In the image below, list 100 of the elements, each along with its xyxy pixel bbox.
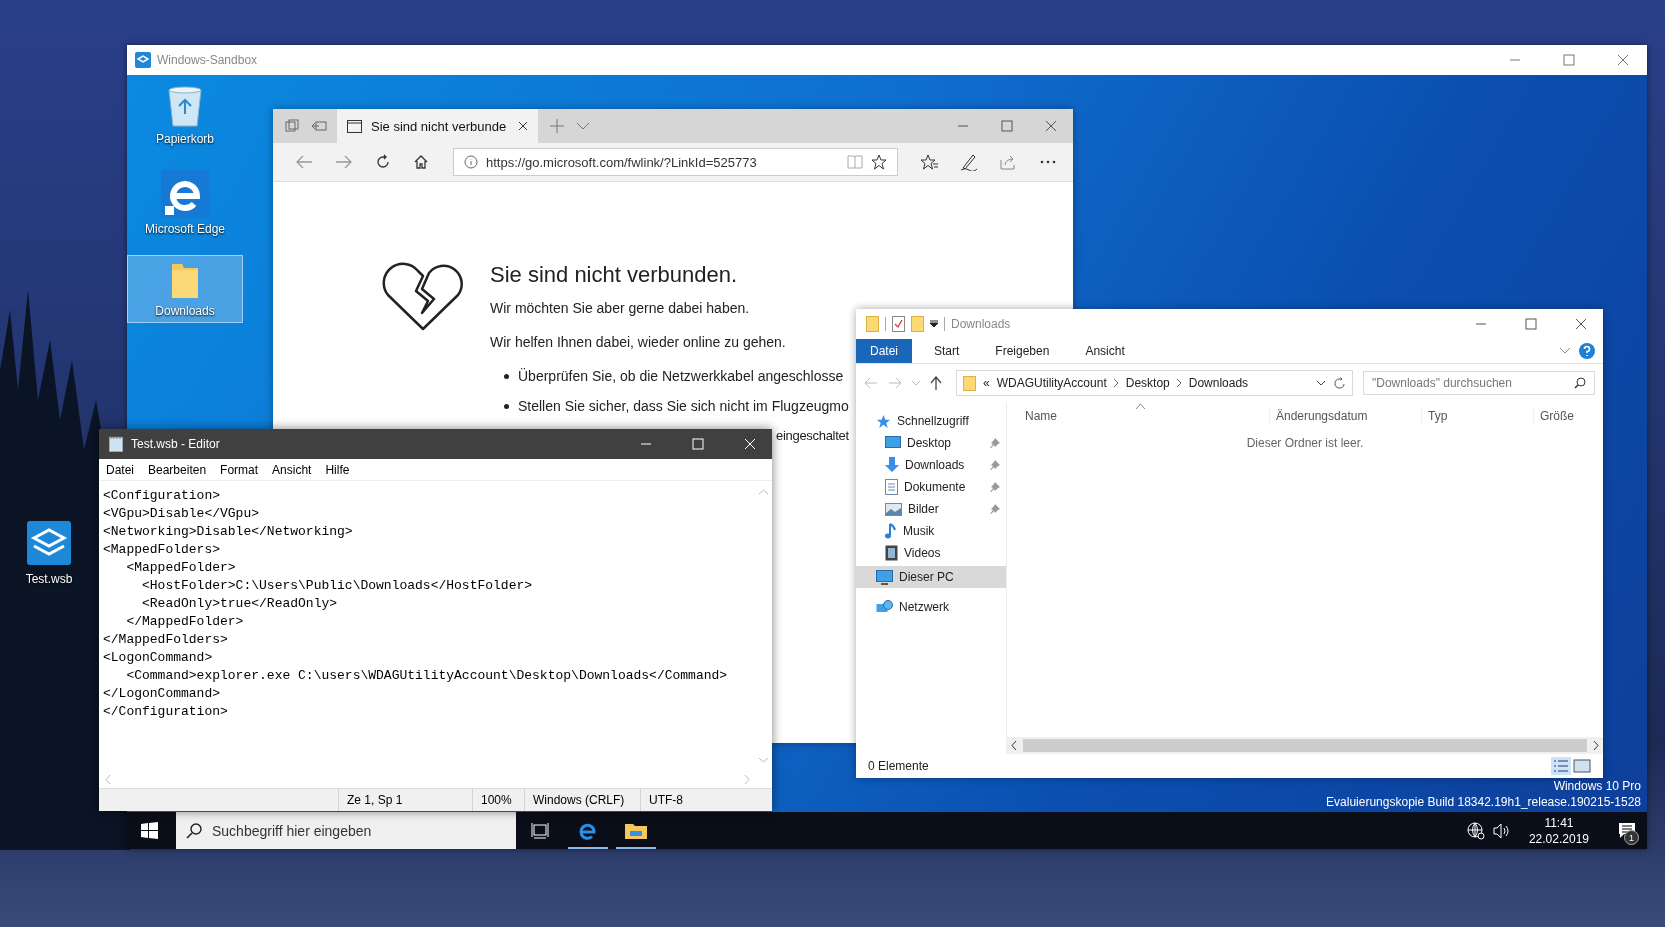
window-title: Windows-Sandbox	[157, 53, 258, 67]
maximize-icon[interactable]	[1563, 54, 1575, 66]
network-icon	[876, 599, 893, 615]
document-icon	[885, 479, 898, 495]
page-heading: Sie sind nicht verbunden.	[490, 262, 739, 288]
close-icon[interactable]	[1575, 318, 1587, 330]
code-line: </Configuration>	[103, 703, 229, 721]
code-line: <LogonCommand>	[103, 649, 214, 667]
nav-item[interactable]: Musik	[856, 520, 1006, 542]
menu-item[interactable]: Ansicht	[272, 462, 312, 477]
status-text: Windows (CRLF)	[524, 789, 640, 811]
checklist-icon[interactable]	[892, 316, 905, 332]
up-arrow-icon[interactable]	[930, 376, 942, 390]
paragraph: Wir helfen Ihnen dabei, wieder online zu gehen.	[490, 334, 787, 350]
maximize-icon[interactable]	[1525, 318, 1537, 330]
chevron-down-icon[interactable]	[576, 122, 590, 130]
list-item-text: Stellen Sie sicher, dass Sie sich nicht im Flugzeugmo	[518, 398, 849, 414]
search-icon	[1574, 377, 1586, 389]
menu-item[interactable]: Format	[220, 462, 259, 477]
chevron-right-icon	[1113, 379, 1119, 387]
search-field[interactable]: Suchbegriff hier eingeben	[176, 812, 516, 849]
nav-item[interactable]: Bilder	[856, 498, 1006, 520]
help-icon[interactable]	[1579, 343, 1595, 359]
nav-item[interactable]: Downloads	[856, 454, 1006, 476]
column-header[interactable]: Name	[1007, 409, 1269, 423]
address-field[interactable]: https://go.microsoft.com/fwlink/?LinkId=525773	[453, 148, 898, 176]
scroll-right-icon[interactable]	[1593, 741, 1599, 750]
window-title: Test.wsb - Editor	[131, 437, 220, 451]
browser-logo-icon	[161, 170, 209, 218]
folder-icon	[866, 316, 879, 332]
code-line: </MappedFolder>	[125, 613, 245, 631]
ribbon-tab[interactable]: Freigeben	[981, 339, 1064, 363]
favorites-icon[interactable]	[920, 154, 938, 170]
speaker-icon[interactable]	[1492, 822, 1511, 839]
empty-folder-message: Dieser Ordner ist leer.	[1245, 436, 1365, 450]
desktop-icon[interactable]: Papierkorb	[127, 79, 243, 151]
sort-caret-icon	[1136, 404, 1145, 409]
nav-item[interactable]: Schnellzugriff	[856, 410, 1006, 432]
menu-item[interactable]: Bearbeiten	[148, 462, 207, 477]
nav-item[interactable]: Desktop	[856, 432, 1006, 454]
code-line: <VGpu>Disable</VGpu>	[103, 505, 261, 523]
windows-logo-icon[interactable]	[141, 822, 158, 839]
paragraph: Wir möchten Sie aber gerne dabei haben.	[490, 300, 751, 316]
desktop-icon-label: Microsoft Edge	[144, 222, 225, 236]
notepad-icon	[109, 436, 123, 452]
nav-item[interactable]: Netzwerk	[856, 596, 1006, 618]
menu-item[interactable]: Datei	[106, 462, 134, 477]
desktop-icon-label: Downloads	[155, 304, 215, 318]
address-field[interactable]: « WDAGUtilityAccount Desktop Downloads	[956, 370, 1353, 396]
star-icon[interactable]	[871, 154, 887, 170]
forward-icon[interactable]	[335, 155, 353, 169]
tab-preview-icon[interactable]	[311, 119, 327, 133]
back-icon[interactable]	[295, 155, 313, 169]
ribbon-tab[interactable]: Start	[920, 339, 974, 363]
maximize-icon[interactable]	[1001, 120, 1013, 132]
search-field[interactable]: "Downloads" durchsuchen	[1363, 371, 1595, 395]
ribbon-tab[interactable]: Ansicht	[1071, 339, 1139, 363]
code-line: <Command>explorer.exe C:\users\WDAGUtilityAccount\Desktop\Downloads</Command>	[125, 667, 729, 685]
details-view-icon[interactable]	[1551, 757, 1571, 775]
tabs-aside-icon[interactable]	[285, 119, 299, 133]
column-header[interactable]: Größe	[1533, 409, 1574, 423]
sandbox-app-icon	[135, 52, 151, 68]
menu-item[interactable]: Hilfe	[325, 462, 350, 477]
scrollbar-thumb[interactable]	[1023, 739, 1587, 752]
home-icon[interactable]	[413, 154, 429, 170]
music-note-icon	[885, 523, 897, 539]
code-line: <MappedFolder>	[125, 559, 237, 577]
status-text: 0 Elemente	[868, 759, 929, 773]
page-icon	[347, 119, 362, 133]
refresh-icon[interactable]	[375, 154, 391, 170]
pen-icon[interactable]	[960, 153, 978, 171]
browser-tab[interactable]: Sie sind nicht verbunde	[337, 109, 538, 143]
chevron-down-icon[interactable]	[1559, 347, 1571, 355]
clock-time[interactable]: 11:41	[1544, 815, 1574, 830]
column-header[interactable]: Änderungsdatum	[1269, 409, 1421, 423]
scroll-left-icon[interactable]	[1011, 741, 1017, 750]
more-icon[interactable]	[1040, 160, 1056, 164]
search-icon	[186, 822, 202, 839]
desktop-icon-label: Test.wsb	[25, 572, 73, 586]
sandbox-file-icon[interactable]	[26, 520, 72, 566]
clock-date[interactable]: 22.02.2019	[1528, 831, 1589, 846]
desktop-icon-label: Papierkorb	[156, 132, 214, 146]
chevron-down-icon	[1316, 380, 1326, 386]
large-icons-view-icon[interactable]	[1573, 758, 1591, 774]
nav-item[interactable]: Videos	[856, 542, 1006, 564]
code-line: <MappedFolders>	[103, 541, 222, 559]
column-header[interactable]: Typ	[1421, 409, 1533, 423]
nav-item[interactable]: Dokumente	[856, 476, 1006, 498]
dropdown-icon[interactable]	[930, 320, 938, 328]
desktop-icon[interactable]: Microsoft Edge	[127, 165, 243, 241]
globe-icon[interactable]	[1466, 821, 1485, 840]
close-icon[interactable]	[1045, 120, 1057, 132]
code-line: <Networking>Disable</Networking>	[103, 523, 354, 541]
watermark-text: Windows 10 Pro	[1553, 779, 1641, 793]
nav-item[interactable]: Dieser PC	[856, 566, 1006, 588]
bullet-icon	[504, 403, 509, 409]
close-icon[interactable]	[518, 121, 528, 131]
share-icon[interactable]	[1000, 154, 1018, 170]
status-text: UTF-8	[640, 789, 709, 811]
status-text: 100%	[472, 789, 524, 811]
